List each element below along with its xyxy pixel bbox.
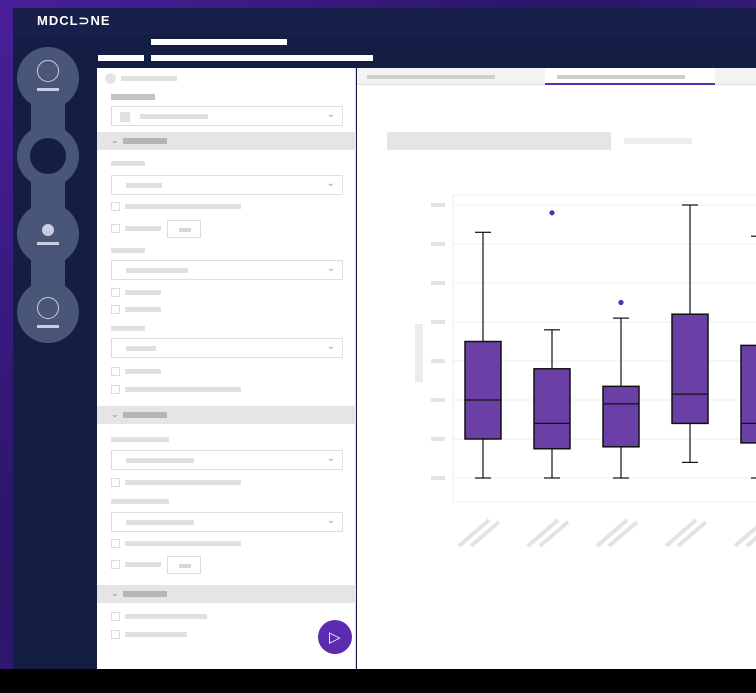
filter-label [111,94,155,100]
play-icon: ▷ [329,629,341,646]
chevron-down-icon: ⌄ [326,453,335,464]
ring-icon [37,297,59,319]
chevron-down-icon: ⌄ [326,109,335,120]
chevron-down-icon: ⌄ [111,135,119,145]
number-input[interactable] [167,220,201,238]
option-checkbox[interactable] [111,305,120,314]
breadcrumb-placeholder [98,55,144,61]
nav-rail [13,35,97,669]
option-checkbox[interactable] [111,224,120,233]
ring-icon [37,60,59,82]
field-dropdown[interactable]: ⌄ [111,338,343,358]
section-header[interactable]: ⌄ [97,132,356,150]
outlier-point [618,299,624,306]
y-tick-label [431,437,445,441]
filter-dropdown[interactable]: ⌄ [111,106,343,126]
chevron-down-icon: ⌄ [326,178,335,189]
box [740,344,756,444]
y-tick-label [431,242,445,246]
app-window: MDCL⊃NE ⌄ ⌄ ⌄ ⌄ ⌄ ⌄ ⌄ ⌄ ⌄ ▷ [13,8,756,669]
option-checkbox[interactable] [111,367,120,376]
option-checkbox[interactable] [111,288,120,297]
page-subtitle-placeholder [151,39,287,45]
field-label [111,248,145,253]
box [602,385,640,448]
nav-item-3[interactable] [32,219,64,245]
section-header[interactable]: ⌄ [97,585,356,603]
option-checkbox[interactable] [111,612,120,621]
dot-icon [42,224,54,236]
nav-item-1[interactable] [32,60,64,91]
field-dropdown[interactable]: ⌄ [111,260,343,280]
app-logo: MDCL⊃NE [37,13,111,28]
nav-item-4[interactable] [32,297,64,328]
filter-panel: ⌄ ⌄ ⌄ ⌄ ⌄ ⌄ ⌄ ⌄ ⌄ ▷ [97,68,356,669]
field-dropdown[interactable]: ⌄ [111,450,343,470]
y-tick-label [431,281,445,285]
chart-panel [357,68,756,669]
bottom-bar [0,669,756,693]
option-checkbox[interactable] [111,539,120,548]
chevron-down-icon: ⌄ [111,409,119,419]
box-plot-chart [431,194,756,548]
top-bar: MDCL⊃NE [13,8,756,35]
y-tick-label [431,320,445,324]
field-dropdown[interactable]: ⌄ [111,175,343,195]
nav-item-2[interactable] [32,138,64,174]
field-label [111,499,169,504]
field-label [111,437,169,442]
section-header[interactable]: ⌄ [97,406,356,424]
field-dropdown[interactable]: ⌄ [111,512,343,532]
number-input[interactable] [167,556,201,574]
y-tick-label [431,476,445,480]
option-checkbox[interactable] [111,560,120,569]
option-checkbox[interactable] [111,478,120,487]
chevron-down-icon: ⌄ [111,588,119,598]
run-button[interactable]: ▷ [318,620,352,654]
y-tick-label [431,398,445,402]
y-tick-label [431,359,445,363]
panel-header-radio[interactable] [105,73,116,84]
option-checkbox[interactable] [111,630,120,639]
y-tick-label [431,203,445,207]
option-checkbox[interactable] [111,202,120,211]
chevron-down-icon: ⌄ [326,263,335,274]
box [533,368,571,450]
box [464,340,502,440]
outlier-point [549,210,555,216]
chevron-down-icon: ⌄ [326,341,335,352]
option-checkbox[interactable] [111,385,120,394]
box [671,313,709,425]
page-title-placeholder [151,55,373,61]
field-label [111,326,145,331]
chevron-down-icon: ⌄ [326,515,335,526]
field-label [111,161,145,166]
